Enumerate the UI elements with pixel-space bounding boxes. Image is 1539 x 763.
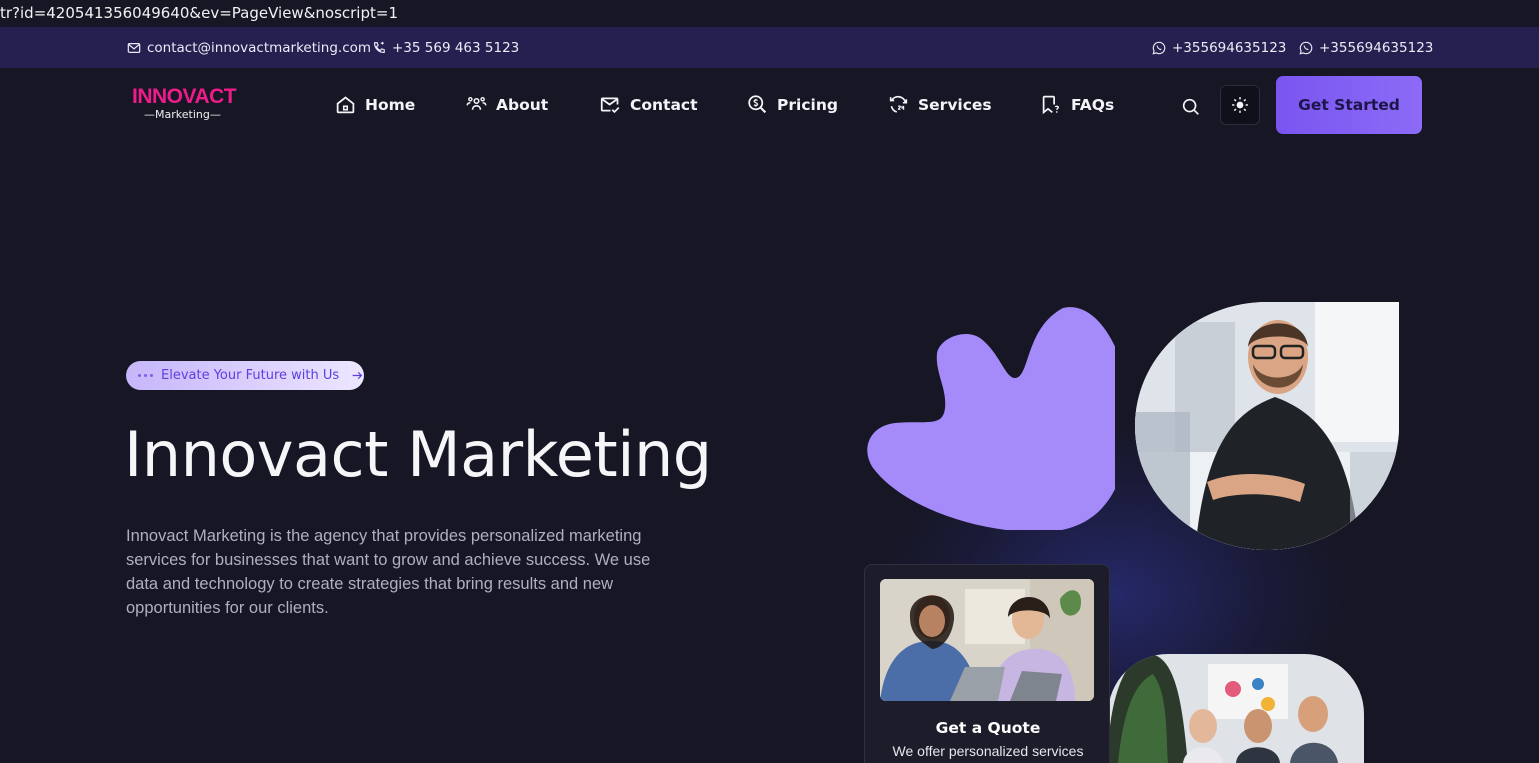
main-navbar: INNOVACT —Marketing— Home About Contact … xyxy=(0,68,1539,144)
theme-toggle-button[interactable] xyxy=(1220,85,1260,125)
arrow-right-icon xyxy=(352,371,363,380)
whatsapp-link-1[interactable]: +355694635123 xyxy=(1152,40,1286,56)
mail-check-icon xyxy=(600,97,620,114)
users-icon xyxy=(466,96,487,110)
whatsapp-text-2: +355694635123 xyxy=(1319,39,1434,56)
search-icon xyxy=(1182,98,1199,115)
whatsapp-icon xyxy=(1299,41,1313,55)
dots-icon xyxy=(138,374,153,377)
sun-icon xyxy=(1232,97,1248,113)
nav-item-about[interactable]: About xyxy=(466,94,548,115)
team-photo-circle xyxy=(1135,302,1399,550)
logo-subtitle: —Marketing— xyxy=(144,108,221,121)
nav-item-home[interactable]: Home xyxy=(335,94,415,115)
nav-item-faqs[interactable]: FAQs xyxy=(1041,94,1114,115)
quote-card-title: Get a Quote xyxy=(935,719,1041,737)
home-icon xyxy=(336,96,355,114)
nav-item-contact[interactable]: Contact xyxy=(600,94,698,115)
meeting-photo xyxy=(1108,654,1364,763)
whatsapp-text-1: +355694635123 xyxy=(1172,39,1287,56)
nav-label-about: About xyxy=(496,95,549,114)
logo-wordmark: INNOVACT xyxy=(132,85,237,108)
hero-badge-text: Elevate Your Future with Us xyxy=(161,368,340,383)
quote-card[interactable]: Get a Quote We offer personalized servic… xyxy=(864,564,1110,763)
bookmark-question-icon xyxy=(1042,95,1059,115)
hero-visual: Get a Quote We offer personalized servic… xyxy=(840,290,1440,763)
top-contact-bar: contact@innovactmarketing.com +35 569 46… xyxy=(0,27,1539,68)
nav-label-contact: Contact xyxy=(630,95,698,114)
whatsapp-icon xyxy=(1152,41,1166,55)
mail-icon xyxy=(127,42,141,53)
whatsapp-link-2[interactable]: +355694635123 xyxy=(1299,40,1433,56)
nav-item-pricing[interactable]: Pricing xyxy=(747,94,838,115)
purple-blob-shape xyxy=(867,307,1115,530)
nav-label-faqs: FAQs xyxy=(1071,95,1115,114)
hero-description: Innovact Marketing is the agency that pr… xyxy=(126,527,651,617)
logo[interactable]: INNOVACT —Marketing— xyxy=(132,86,242,126)
nav-item-services[interactable]: Services xyxy=(888,94,992,115)
clock-24-icon xyxy=(889,95,908,113)
quote-card-image xyxy=(880,579,1094,701)
smiling-man-image xyxy=(1135,302,1399,550)
nav-label-services: Services xyxy=(918,95,992,114)
dollar-search-icon xyxy=(748,95,767,114)
url-text: tr?id=420541356049640&ev=PageView&noscri… xyxy=(0,0,1539,27)
get-started-button[interactable]: Get Started xyxy=(1276,76,1422,134)
search-button[interactable] xyxy=(1180,96,1202,118)
phone-icon xyxy=(374,41,385,53)
nav-label-home: Home xyxy=(365,95,416,114)
email-text: contact@innovactmarketing.com xyxy=(147,39,372,56)
phone-link[interactable]: +35 569 463 5123 xyxy=(372,40,519,56)
email-link[interactable]: contact@innovactmarketing.com xyxy=(127,40,371,56)
phone-text: +35 569 463 5123 xyxy=(392,39,520,56)
quote-card-description: We offer personalized services xyxy=(892,743,1084,759)
nav-label-pricing: Pricing xyxy=(777,95,838,114)
hero-badge-link[interactable]: Elevate Your Future with Us xyxy=(126,361,364,390)
hero-title: Innovact Marketing xyxy=(124,418,712,491)
